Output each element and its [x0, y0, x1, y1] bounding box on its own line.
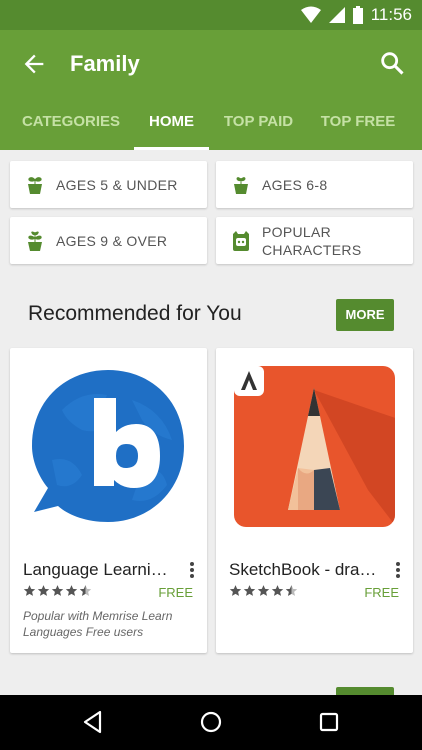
busuu-logo-icon [32, 370, 184, 522]
tab-label: TOP FREE [320, 113, 396, 130]
system-nav-bar [0, 695, 422, 750]
home-nav-icon[interactable] [198, 709, 224, 735]
back-nav-icon[interactable] [80, 709, 106, 735]
back-arrow-icon[interactable] [20, 50, 48, 78]
chip-ages-9-over[interactable]: AGES 9 & OVER [10, 217, 207, 264]
next-section-more-button[interactable] [336, 687, 394, 695]
tab-bar: CATEGORIES HOME TOP PAID TOP FREE [0, 98, 422, 150]
app-card[interactable]: SketchBook - dra… FREE [216, 348, 413, 653]
app-name: SketchBook - dra… [229, 560, 377, 579]
chip-ages-5-under[interactable]: AGES 5 & UNDER [10, 161, 207, 208]
star-icon [229, 585, 242, 596]
half-star-icon [79, 585, 92, 596]
star-rating [229, 584, 298, 597]
star-icon [37, 585, 50, 596]
chip-label-line1: POPULAR [262, 223, 332, 240]
star-rating [23, 584, 92, 597]
chip-label: AGES 9 & OVER [56, 232, 168, 249]
star-icon [23, 585, 36, 596]
wifi-icon [300, 6, 321, 23]
app-price: FREE [158, 585, 193, 600]
app-price: FREE [364, 585, 399, 600]
star-icon [257, 585, 270, 596]
battery-icon [352, 6, 363, 24]
status-bar: 11:56 [0, 0, 422, 30]
character-icon [233, 230, 249, 251]
section-title: Recommended for You [28, 302, 242, 325]
recents-nav-icon[interactable] [316, 709, 342, 735]
sprout-icon [234, 176, 248, 194]
home-content: AGES 5 & UNDER AGES 6-8 AGES 9 & OVER PO… [0, 150, 422, 695]
tab-label: TOP PAID [223, 113, 294, 130]
tab-top-free[interactable]: TOP FREE [316, 98, 400, 150]
app-bar: Family [0, 30, 422, 98]
clock: 11:56 [370, 5, 412, 24]
sketchbook-logo-icon [234, 366, 395, 527]
chip-label: POPULAR CHARACTERS [262, 223, 361, 259]
chip-popular-characters[interactable]: POPULAR CHARACTERS [216, 217, 413, 264]
chip-ages-6-8[interactable]: AGES 6-8 [216, 161, 413, 208]
star-icon [65, 585, 78, 596]
sprout-icon [28, 231, 42, 251]
page-title: Family [70, 51, 140, 76]
chip-label: AGES 6-8 [262, 176, 328, 193]
tab-top-paid[interactable]: TOP PAID [216, 98, 301, 150]
tab-label: HOME [149, 113, 194, 130]
tab-categories[interactable]: CATEGORIES [14, 98, 128, 150]
tab-label: CATEGORIES [21, 113, 121, 130]
cell-signal-icon [328, 7, 345, 23]
overflow-menu-icon[interactable] [189, 561, 195, 579]
chip-label: AGES 5 & UNDER [56, 176, 178, 193]
more-button[interactable]: MORE [336, 299, 394, 331]
app-name: Language Learni… [23, 560, 168, 579]
star-icon [243, 585, 256, 596]
star-icon [271, 585, 284, 596]
search-icon[interactable] [378, 49, 406, 77]
recommendation-reason: Popular with Memrise Learn Languages Fre… [23, 609, 173, 639]
star-icon [51, 585, 64, 596]
half-star-icon [285, 585, 298, 596]
chip-label-line2: CHARACTERS [262, 241, 362, 258]
app-card[interactable]: Language Learni… FREE Popular with Memri… [10, 348, 207, 653]
sprout-icon [28, 176, 42, 194]
overflow-menu-icon[interactable] [395, 561, 401, 579]
tab-home[interactable]: HOME [134, 98, 209, 150]
